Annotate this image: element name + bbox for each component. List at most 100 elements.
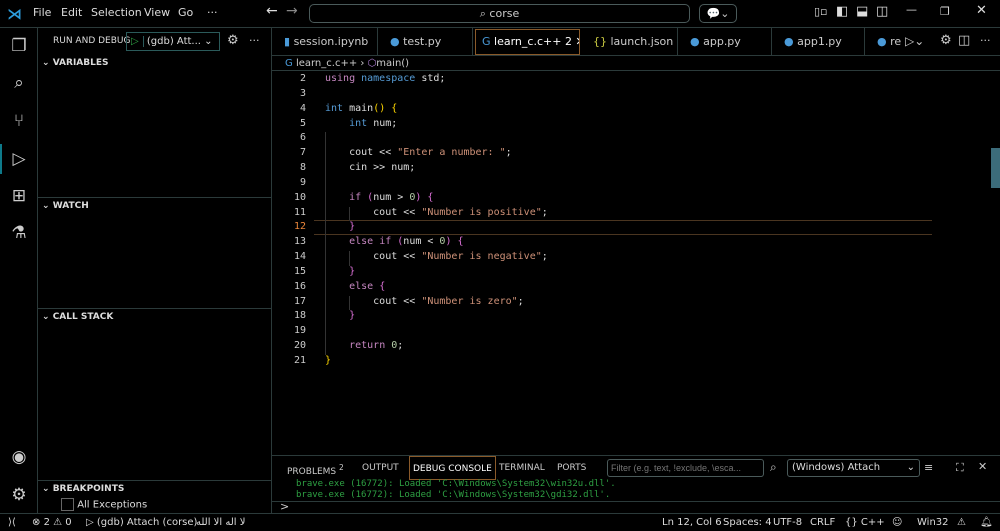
close-window-button[interactable]: ✕ xyxy=(976,3,987,18)
encoding[interactable]: UTF-8 xyxy=(773,517,802,528)
run-debug-sidebar: RUN AND DEBUG ▷ (gdb) Att... ⌄ ⚙ ··· ⌄ V… xyxy=(38,28,272,513)
search-icon[interactable]: ⌕ xyxy=(8,72,30,94)
debug-session-select[interactable]: (Windows) Attach ⌄ xyxy=(787,459,920,477)
platform[interactable]: Win32 xyxy=(917,517,949,528)
testing-flask-icon[interactable]: ⚗ xyxy=(8,222,30,244)
command-center-search[interactable]: ⌕ corse xyxy=(309,4,690,23)
run-debug-icon[interactable]: ▷ xyxy=(8,148,30,170)
code-line: else { xyxy=(325,281,385,292)
tab-test-py[interactable]: ● test.py xyxy=(378,28,473,56)
customize-layout-icon[interactable]: ▯▫ xyxy=(814,5,828,18)
menu-selection[interactable]: Selection xyxy=(91,6,142,19)
close-tab-icon[interactable]: ✕ xyxy=(575,35,579,48)
split-editor-icon[interactable]: ◫ xyxy=(958,33,970,48)
breakpoint-all-exceptions[interactable]: All Exceptions xyxy=(61,498,147,511)
account-icon[interactable]: ◉ xyxy=(8,446,30,468)
code-token: "Number is zero" xyxy=(421,295,518,307)
tab-label: app1.py xyxy=(797,35,842,48)
forward-arrow-icon[interactable]: → xyxy=(286,3,298,19)
tab-app1-py[interactable]: ● app1.py xyxy=(772,28,865,56)
explorer-icon[interactable]: ❐ xyxy=(8,35,30,57)
code-editor[interactable]: 2 using namespace std; 3 4 int main() {5 int… xyxy=(272,71,932,451)
tab-app-py[interactable]: ● app.py xyxy=(678,28,772,56)
breadcrumb-symbol[interactable]: main() xyxy=(376,58,409,69)
tab-ports[interactable]: PORTS xyxy=(557,463,586,473)
line-number: 8 xyxy=(299,162,306,174)
toggle-secondary-sidebar-icon[interactable]: ◫ xyxy=(876,4,888,19)
line-number: 13 xyxy=(293,236,306,248)
call-stack-section-header[interactable]: ⌄ CALL STACK xyxy=(42,312,113,322)
menu-go[interactable]: Go xyxy=(178,6,193,19)
toggle-panel-icon[interactable]: ⬓ xyxy=(856,4,868,19)
tab-output[interactable]: OUTPUT xyxy=(362,463,399,473)
code-line: cout << "Number is positive"; xyxy=(325,207,548,218)
watch-section-header[interactable]: ⌄ WATCH xyxy=(42,201,89,211)
code-token: else if xyxy=(349,236,398,248)
breakpoints-section-header[interactable]: ⌄ BREAKPOINTS xyxy=(42,484,124,494)
debug-status[interactable]: ▷ (gdb) Attach (corse) xyxy=(86,517,197,528)
editor-scrollbar[interactable] xyxy=(991,148,1000,188)
console-line: brave.exe (16772): Loaded 'C:\Windows\Sy… xyxy=(296,490,611,500)
close-panel-icon[interactable]: ✕ xyxy=(978,460,987,473)
run-debug-file-icon[interactable]: ▷⌄ xyxy=(905,34,924,48)
tab-learn-cpp[interactable]: G learn_c.c++ 2 ✕ xyxy=(475,29,580,55)
variables-section-header[interactable]: ⌄ VARIABLES xyxy=(42,58,108,68)
indentation[interactable]: Spaces: 4 xyxy=(723,517,772,528)
breadcrumb-file[interactable]: learn_c.c++ xyxy=(296,58,357,69)
tab-session-ipynb[interactable]: ▮ session.ipynb xyxy=(272,28,378,56)
tab-terminal[interactable]: TERMINAL xyxy=(499,463,545,473)
tab-re[interactable]: ● re xyxy=(865,28,905,56)
minimize-button[interactable]: — xyxy=(906,3,917,16)
more-actions-icon[interactable]: ··· xyxy=(980,34,991,47)
source-control-icon[interactable]: ⑂ xyxy=(8,110,30,132)
clear-console-icon[interactable]: ≡ xyxy=(924,461,933,474)
gear-icon[interactable]: ⚙ xyxy=(940,33,952,48)
sidebar-title: RUN AND DEBUG xyxy=(53,36,131,46)
console-input-prompt[interactable]: > xyxy=(280,501,289,513)
back-arrow-icon[interactable]: ← xyxy=(266,3,278,19)
tab-problems[interactable]: PROBLEMS 2 xyxy=(287,463,344,477)
more-actions-icon[interactable]: ··· xyxy=(249,34,260,47)
indent-guide xyxy=(349,251,350,266)
code-token: main xyxy=(349,102,374,114)
line-number: 11 xyxy=(293,206,306,218)
warning-icon[interactable]: ⚠ xyxy=(957,517,966,528)
code-line: int main() { xyxy=(325,103,397,114)
tab-launch-json[interactable]: {} launch.json xyxy=(581,28,678,56)
menu-more[interactable]: ··· xyxy=(207,6,218,19)
restore-button[interactable]: ❐ xyxy=(940,5,950,18)
manage-gear-icon[interactable]: ⚙ xyxy=(8,484,30,506)
line-ending[interactable]: CRLF xyxy=(810,517,835,528)
console-filter-input[interactable] xyxy=(607,459,764,477)
notifications-bell-icon[interactable]: 🔔︎ xyxy=(980,517,993,528)
debug-config-select[interactable]: ▷ (gdb) Att... ⌄ xyxy=(126,32,220,51)
search-text: corse xyxy=(489,7,520,20)
gear-icon[interactable]: ⚙ xyxy=(227,33,239,48)
menu-view[interactable]: View xyxy=(144,6,170,19)
line-number: 6 xyxy=(299,132,306,144)
maximize-panel-icon[interactable]: ⛶ xyxy=(956,461,964,475)
remote-icon[interactable]: ⟩⟨ xyxy=(8,517,16,528)
line-number: 16 xyxy=(293,280,306,292)
menu-file[interactable]: File xyxy=(33,6,51,19)
toggle-sidebar-icon[interactable]: ◧ xyxy=(836,4,848,19)
code-token: ; xyxy=(541,206,548,218)
problems-status[interactable]: ⊗ 2 ⚠ 0 xyxy=(32,517,72,528)
python-icon: ● xyxy=(690,35,704,48)
language-mode[interactable]: {} C++ xyxy=(845,517,885,528)
code-token: if xyxy=(349,191,368,203)
checkbox[interactable] xyxy=(61,498,74,511)
start-debugging-icon[interactable]: ▷ xyxy=(127,36,144,47)
copilot-chat-button[interactable]: 💬⌄ xyxy=(699,4,737,23)
code-token: num < xyxy=(403,236,440,248)
extensions-icon[interactable]: ⊞ xyxy=(8,185,30,207)
cpp-icon: G xyxy=(482,35,495,48)
copilot-icon[interactable]: ☺ xyxy=(892,517,902,528)
code-token: { xyxy=(427,191,434,203)
tab-debug-console[interactable]: DEBUG CONSOLE xyxy=(409,456,496,480)
menu-edit[interactable]: Edit xyxy=(61,6,82,19)
line-number: 18 xyxy=(293,310,306,322)
minimap[interactable] xyxy=(935,71,985,111)
code-line: if (num > 0) { xyxy=(325,192,433,203)
cursor-position[interactable]: Ln 12, Col 6 xyxy=(662,517,722,528)
